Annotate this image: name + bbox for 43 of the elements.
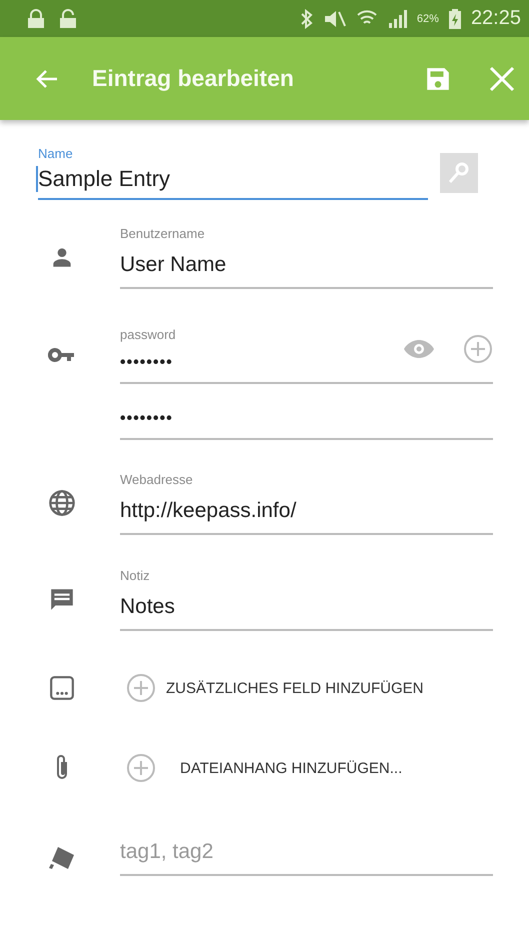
bluetooth-icon [300, 8, 313, 28]
globe-icon [48, 489, 76, 517]
back-arrow-icon[interactable] [36, 68, 58, 88]
lock-icon [26, 8, 46, 28]
field-label: Benutzername [120, 226, 206, 240]
text-field[interactable]: Benutzername User Name [120, 226, 493, 288]
field-label: password [120, 326, 177, 342]
text-field[interactable]: Webadresse http://keepass.info/ [120, 472, 493, 534]
key-icon [447, 161, 471, 185]
add-icon [126, 753, 156, 783]
paperclip-icon [54, 754, 68, 782]
field-value: User Name [120, 252, 228, 276]
key-icon [48, 347, 76, 363]
battery-level: 62% [416, 12, 439, 24]
field-label: Webadresse [120, 472, 194, 486]
lock-icon [58, 8, 78, 28]
field-value: Sample Entry [36, 166, 428, 192]
add-button[interactable]: DATEIANHANG HINZUFÜGEN... [120, 753, 402, 783]
field-value: Notes [120, 594, 176, 618]
field-label: Name [38, 146, 74, 161]
generate-button[interactable] [440, 153, 478, 193]
save-icon[interactable] [425, 66, 451, 92]
add-icon[interactable] [463, 334, 493, 364]
field-label: Notiz [120, 568, 151, 582]
signal-icon [386, 10, 407, 28]
clock-time: 22:25 [470, 7, 521, 30]
text-field[interactable]: Notiz Notes [120, 568, 493, 630]
password-field[interactable]: •••••••• [120, 398, 493, 440]
eye-icon[interactable] [403, 338, 435, 358]
screen-title: Eintrag bearbeiten [92, 65, 295, 92]
mute-icon [322, 10, 347, 28]
battery-icon [448, 8, 461, 28]
tag-icon [48, 845, 76, 871]
dots-box-icon [48, 675, 74, 701]
field-value: •••••••• [120, 354, 174, 372]
name-field[interactable]: Name Sample Entry [38, 146, 428, 200]
field-placeholder: tag1, tag2 [120, 840, 214, 864]
password-field[interactable]: password •••••••• [120, 326, 493, 384]
add-icon [126, 673, 156, 703]
field-value: •••••••• [120, 410, 174, 428]
close-icon[interactable] [489, 66, 515, 92]
add-button[interactable]: ZUSÄTZLICHES FELD HINZUFÜGEN [120, 673, 424, 703]
field-value: http://keepass.info/ [120, 498, 298, 522]
